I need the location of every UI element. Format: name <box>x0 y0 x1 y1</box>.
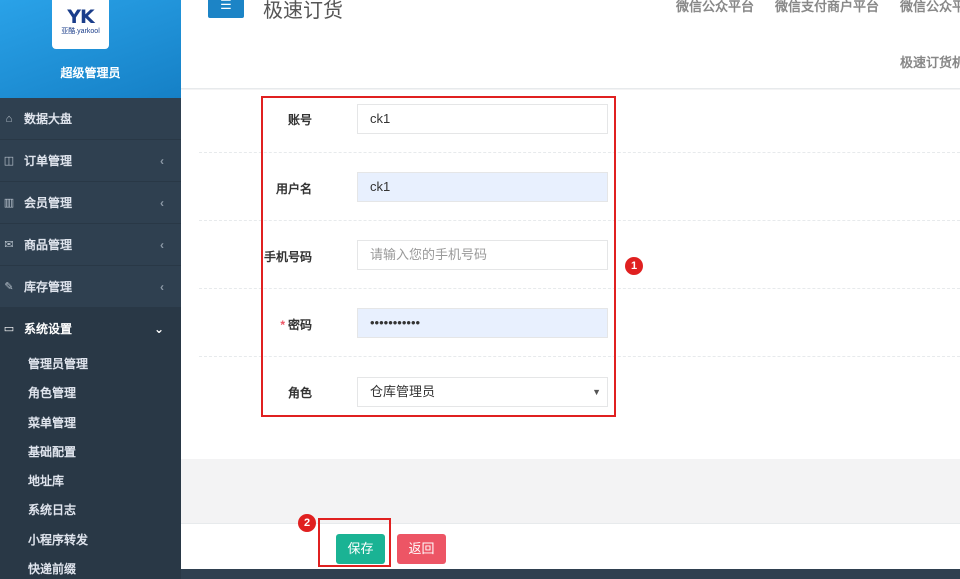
sidebar-item-label: 数据大盘 <box>24 112 73 126</box>
columns-icon: ◫ <box>3 155 15 167</box>
chevron-left-icon: ‹ <box>160 279 164 294</box>
annotation-badge-1: 1 <box>625 257 643 275</box>
chevron-left-icon: ‹ <box>160 237 164 252</box>
sidebar-item-label: 订单管理 <box>24 154 73 168</box>
page-title: 极速订货 <box>263 0 343 22</box>
logo-mark: YK <box>67 6 94 28</box>
back-button[interactable]: 返回 <box>397 534 446 564</box>
sidebar-subitem-admin[interactable]: 管理员管理 <box>0 350 181 379</box>
edit-icon: ✎ <box>4 281 14 293</box>
sidebar-subitem-express[interactable]: 快递前缀 <box>0 555 181 579</box>
annotation-badge-2: 2 <box>298 514 316 532</box>
sidebar-item-products[interactable]: ✉ 商品管理 ‹ <box>0 224 181 266</box>
sidebar-subitem-roles[interactable]: 角色管理 <box>0 379 181 408</box>
sidebar-subitem-logs[interactable]: 系统日志 <box>0 496 181 525</box>
link-fast-order[interactable]: 极速订货机 <box>900 52 960 71</box>
logo: YK 亚酷.yarkool <box>52 0 109 49</box>
link-wechat-official[interactable]: 微信公众平台 <box>676 0 754 15</box>
sidebar-subitem-config[interactable]: 基础配置 <box>0 438 181 467</box>
sidebar-item-label: 库存管理 <box>24 280 73 294</box>
sidebar-item-label: 系统设置 <box>24 322 73 336</box>
sidebar: YK 亚酷.yarkool 超级管理员 ⌂ 数据大盘 ◫ 订单管理 ‹ ▥ 会员… <box>0 0 181 579</box>
admin-name[interactable]: 超级管理员 <box>0 64 181 81</box>
content-gap <box>181 459 960 523</box>
home-icon: ⌂ <box>5 112 13 125</box>
top-navbar: ☰ 极速订货 微信公众平台 微信支付商户平台 微信公众平 极速订货机 <box>181 0 960 89</box>
sidebar-submenu: 管理员管理 角色管理 菜单管理 基础配置 地址库 系统日志 小程序转发 快递前缀 <box>0 350 181 579</box>
sidebar-item-label: 商品管理 <box>24 238 73 252</box>
annotation-box-save <box>318 518 391 567</box>
sidebar-subitem-address[interactable]: 地址库 <box>0 467 181 496</box>
chevron-down-icon: ⌄ <box>153 321 164 336</box>
link-wechat-pay[interactable]: 微信支付商户平台 <box>775 0 879 15</box>
sidebar-item-dashboard[interactable]: ⌂ 数据大盘 <box>0 98 181 140</box>
chevron-left-icon: ‹ <box>160 195 164 210</box>
sidebar-subitem-miniprogram[interactable]: 小程序转发 <box>0 526 181 555</box>
form-footer: 保存 返回 <box>181 523 960 569</box>
bar-chart-icon: ▥ <box>3 197 15 209</box>
sidebar-item-inventory[interactable]: ✎ 库存管理 ‹ <box>0 266 181 308</box>
envelope-icon: ✉ <box>4 239 14 251</box>
link-wechat-official-2[interactable]: 微信公众平 <box>900 0 960 15</box>
annotation-box-form <box>261 96 616 417</box>
menu-toggle-button[interactable]: ☰ <box>208 0 244 18</box>
desktop-icon: ▭ <box>3 323 15 335</box>
bottom-strip <box>181 569 960 579</box>
sidebar-header: YK 亚酷.yarkool 超级管理员 <box>0 0 181 98</box>
logo-text: 亚酷.yarkool <box>61 28 100 35</box>
sidebar-nav: ⌂ 数据大盘 ◫ 订单管理 ‹ ▥ 会员管理 ‹ ✉ 商品管理 ‹ ✎ 库存管理… <box>0 98 181 350</box>
chevron-left-icon: ‹ <box>160 153 164 168</box>
sidebar-item-system-settings[interactable]: ▭ 系统设置 ⌄ <box>0 308 181 350</box>
sidebar-item-orders[interactable]: ◫ 订单管理 ‹ <box>0 140 181 182</box>
hamburger-icon: ☰ <box>220 0 232 12</box>
sidebar-item-members[interactable]: ▥ 会员管理 ‹ <box>0 182 181 224</box>
sidebar-item-label: 会员管理 <box>24 196 73 210</box>
sidebar-subitem-menus[interactable]: 菜单管理 <box>0 409 181 438</box>
